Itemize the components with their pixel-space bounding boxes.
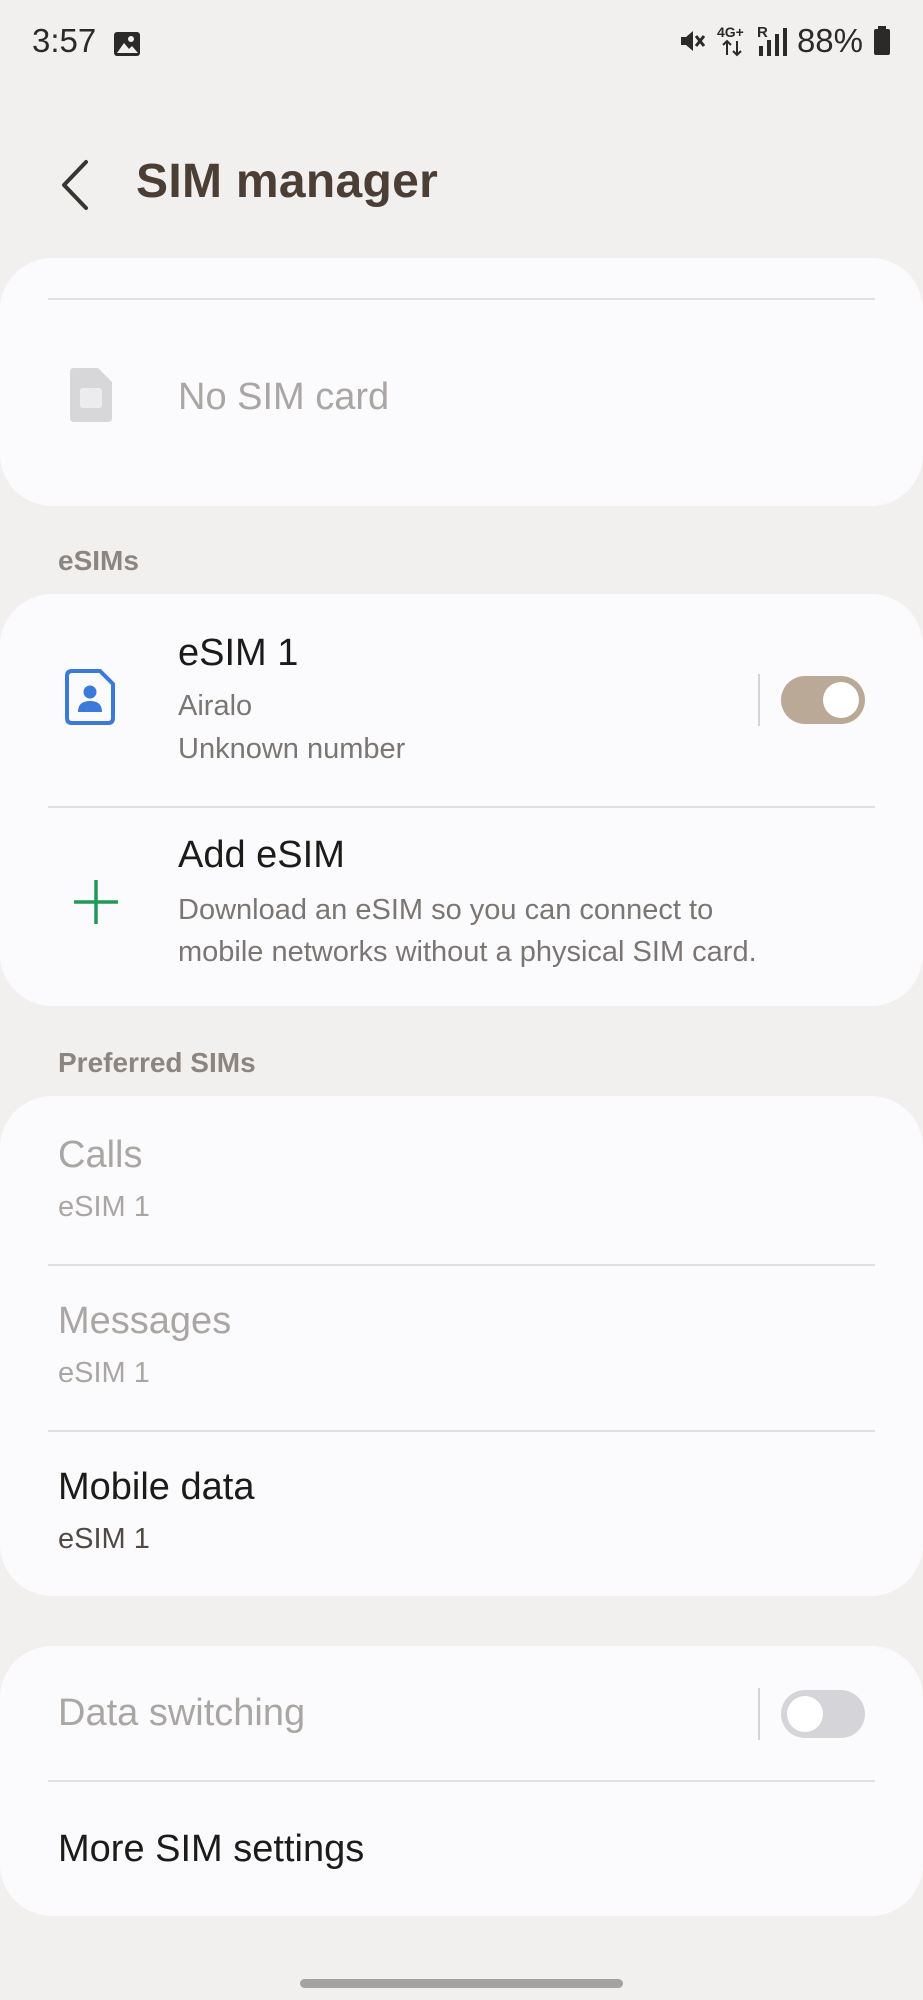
messages-title: Messages [58, 1300, 232, 1342]
toggle-knob [787, 1696, 823, 1732]
battery-icon [873, 26, 891, 56]
status-time: 3:57 [32, 22, 97, 59]
network-type-label: 4G+ [716, 24, 744, 40]
esims-card: eSIM 1 Airalo Unknown number Add eSIM Do… [0, 594, 923, 1006]
other-settings-card: Data switching More SIM settings [0, 1646, 923, 1916]
home-indicator[interactable] [300, 1979, 623, 1988]
battery-label: 88% [796, 22, 863, 59]
status-icons: 4G+ R 88% [677, 22, 891, 60]
add-esim-row[interactable]: Add eSIM Download an eSIM so you can con… [0, 808, 923, 1006]
preferred-sims-card: Calls eSIM 1 Messages eSIM 1 Mobile data… [0, 1096, 923, 1596]
esim-1-title: eSIM 1 [178, 632, 299, 674]
messages-row[interactable]: Messages eSIM 1 [0, 1266, 923, 1430]
data-switching-title: Data switching [58, 1692, 306, 1734]
no-sim-label: No SIM card [178, 376, 390, 418]
add-esim-description-line2: mobile networks without a physical SIM c… [178, 936, 757, 968]
mobile-data-row[interactable]: Mobile data eSIM 1 [0, 1432, 923, 1596]
header: SIM manager [0, 140, 923, 230]
preferred-sims-section-label: Preferred SIMs [58, 1047, 256, 1078]
gallery-icon [112, 29, 142, 59]
page-title: SIM manager [136, 155, 439, 208]
physical-sim-card: No SIM card [0, 258, 923, 506]
toggle-separator [758, 674, 760, 726]
esim-1-toggle[interactable] [781, 676, 865, 724]
back-arrow-icon [52, 160, 106, 220]
back-button[interactable] [52, 154, 106, 216]
more-sim-settings-row[interactable]: More SIM settings [0, 1782, 923, 1916]
toggle-knob [823, 682, 859, 718]
messages-value: eSIM 1 [58, 1357, 150, 1389]
more-sim-settings-title: More SIM settings [58, 1828, 365, 1870]
esim-1-carrier: Airalo [178, 690, 253, 722]
status-bar: 3:57 4G+ R 88% [0, 0, 923, 88]
mute-icon [677, 26, 707, 56]
sim-card-icon [66, 366, 116, 429]
data-switching-row[interactable]: Data switching [0, 1646, 923, 1780]
divider [48, 298, 875, 300]
calls-value: eSIM 1 [58, 1191, 150, 1223]
mobile-data-value: eSIM 1 [58, 1523, 150, 1555]
calls-row[interactable]: Calls eSIM 1 [0, 1096, 923, 1264]
esim-icon [64, 668, 116, 731]
network-type-icon: 4G+ [717, 24, 747, 58]
no-sim-row: No SIM card [0, 348, 923, 478]
add-esim-description-line1: Download an eSIM so you can connect to [178, 894, 714, 926]
esims-section-label: eSIMs [58, 545, 139, 576]
data-switching-toggle[interactable] [781, 1690, 865, 1738]
toggle-separator [758, 1688, 760, 1740]
plus-icon [72, 878, 120, 931]
signal-icon: R [757, 24, 787, 58]
mobile-data-title: Mobile data [58, 1466, 255, 1508]
calls-title: Calls [58, 1134, 143, 1176]
esim-1-row[interactable]: eSIM 1 Airalo Unknown number [0, 594, 923, 806]
esim-1-number: Unknown number [178, 733, 406, 765]
add-esim-title: Add eSIM [178, 834, 345, 876]
